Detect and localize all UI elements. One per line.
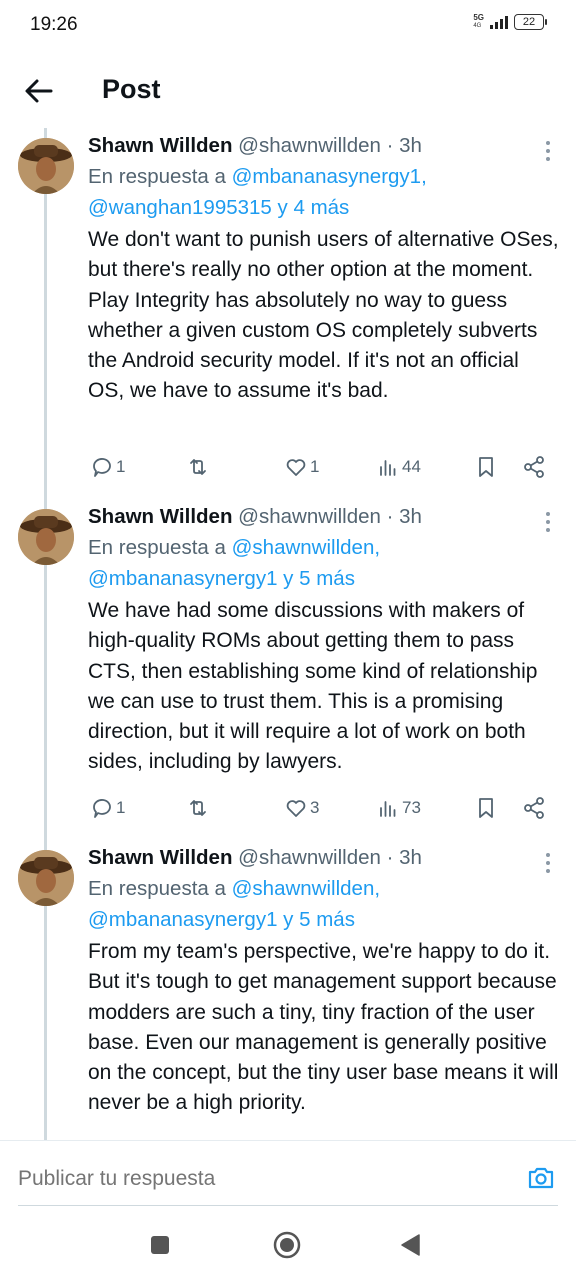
timestamp: 3h: [399, 505, 422, 528]
separator: ·: [386, 134, 394, 157]
tweet-header: Shawn Willden @shawnwillden · 3h: [88, 844, 560, 872]
reply-context: En respuesta a @mbananasynergy1, @wangha…: [88, 162, 560, 223]
battery-icon: 22: [514, 14, 547, 30]
avatar[interactable]: [18, 850, 74, 906]
author-name[interactable]: Shawn Willden: [88, 134, 232, 157]
system-navigation-bar: [0, 1210, 576, 1280]
bookmark-button[interactable]: [474, 452, 498, 482]
author-handle[interactable]: @shawnwillden: [238, 134, 381, 157]
avatar[interactable]: [18, 509, 74, 565]
views-button[interactable]: 73: [376, 793, 421, 823]
signal-icon: [490, 15, 508, 29]
thread-feed[interactable]: Shawn Willden @shawnwillden · 3h En resp…: [0, 128, 576, 1140]
share-icon: [524, 456, 544, 478]
share-button[interactable]: [522, 452, 546, 482]
reply-composer-bar: [0, 1140, 576, 1210]
reply-count: 1: [116, 798, 126, 817]
home-icon[interactable]: [272, 1230, 302, 1260]
analytics-icon: [380, 801, 396, 817]
heart-icon: [286, 800, 306, 817]
arrow-left-icon[interactable]: [22, 74, 56, 108]
heart-icon: [286, 459, 306, 476]
author-name[interactable]: Shawn Willden: [88, 846, 232, 869]
tweet-body: Shawn Willden @shawnwillden · 3h En resp…: [88, 503, 560, 778]
retweet-button[interactable]: [186, 452, 212, 482]
tweet-header: Shawn Willden @shawnwillden · 3h: [88, 503, 560, 531]
thread-connector-line: [44, 128, 47, 1140]
share-icon: [524, 797, 544, 819]
retweet-icon: [190, 800, 206, 816]
bookmark-button[interactable]: [474, 793, 498, 823]
back-triangle-icon[interactable]: [396, 1230, 426, 1260]
tweet-body: Shawn Willden @shawnwillden · 3h En resp…: [88, 844, 560, 1119]
avatar-image: [18, 509, 74, 565]
reply-icon: [93, 458, 111, 477]
more-options-icon[interactable]: [544, 511, 552, 533]
recent-apps-icon[interactable]: [145, 1230, 175, 1260]
reply-context: En respuesta a @shawnwillden, @mbananasy…: [88, 874, 560, 935]
like-count: 1: [310, 457, 320, 476]
page-title: Post: [102, 74, 161, 104]
avatar-image: [18, 138, 74, 194]
reply-icon: [93, 799, 111, 818]
tweet-actions: 1 1 44: [88, 452, 558, 482]
timestamp: 3h: [399, 134, 422, 157]
status-time: 19:26: [30, 14, 78, 35]
tweet-text: We have had some discussions with makers…: [88, 599, 538, 774]
like-count: 3: [310, 798, 320, 817]
like-button[interactable]: 3: [284, 793, 319, 823]
reply-button[interactable]: 1: [90, 452, 125, 482]
retweet-icon: [190, 459, 206, 475]
tweet-text: From my team's perspective, we're happy …: [88, 940, 559, 1115]
bookmark-icon: [479, 457, 493, 477]
tweet-actions: 1 3 73: [88, 793, 558, 823]
view-count: 73: [402, 798, 421, 817]
separator: ·: [386, 846, 394, 869]
reply-prefix: En respuesta a: [88, 536, 226, 559]
network-indicator: 5G 4G: [473, 14, 484, 30]
more-options-icon[interactable]: [544, 852, 552, 874]
more-options-icon[interactable]: [544, 140, 552, 162]
views-button[interactable]: 44: [376, 452, 421, 482]
status-bar: 19:26 5G 4G 22: [0, 0, 576, 52]
divider: [18, 1205, 558, 1206]
timestamp: 3h: [399, 846, 422, 869]
retweet-button[interactable]: [186, 793, 212, 823]
reply-prefix: En respuesta a: [88, 165, 226, 188]
like-button[interactable]: 1: [284, 452, 319, 482]
reply-button[interactable]: 1: [90, 793, 125, 823]
reply-count: 1: [116, 457, 126, 476]
bookmark-icon: [479, 798, 493, 818]
share-button[interactable]: [522, 793, 546, 823]
author-name[interactable]: Shawn Willden: [88, 505, 232, 528]
tweet-body: Shawn Willden @shawnwillden · 3h En resp…: [88, 132, 560, 407]
status-icons: 5G 4G 22: [473, 14, 547, 30]
battery-level: 22: [522, 16, 536, 28]
tweet-text: We don't want to punish users of alterna…: [88, 228, 559, 403]
avatar[interactable]: [18, 138, 74, 194]
separator: ·: [386, 505, 394, 528]
network-type: 5G: [473, 13, 484, 22]
author-handle[interactable]: @shawnwillden: [238, 505, 381, 528]
network-subtype: 4G: [473, 23, 482, 29]
reply-prefix: En respuesta a: [88, 877, 226, 900]
view-count: 44: [402, 457, 421, 476]
tweet-header: Shawn Willden @shawnwillden · 3h: [88, 132, 560, 160]
reply-input[interactable]: [18, 1167, 418, 1191]
analytics-icon: [380, 460, 396, 476]
top-app-bar: Post: [0, 52, 576, 128]
camera-icon[interactable]: [526, 1163, 556, 1193]
avatar-image: [18, 850, 74, 906]
reply-context: En respuesta a @shawnwillden, @mbananasy…: [88, 533, 560, 594]
author-handle[interactable]: @shawnwillden: [238, 846, 381, 869]
